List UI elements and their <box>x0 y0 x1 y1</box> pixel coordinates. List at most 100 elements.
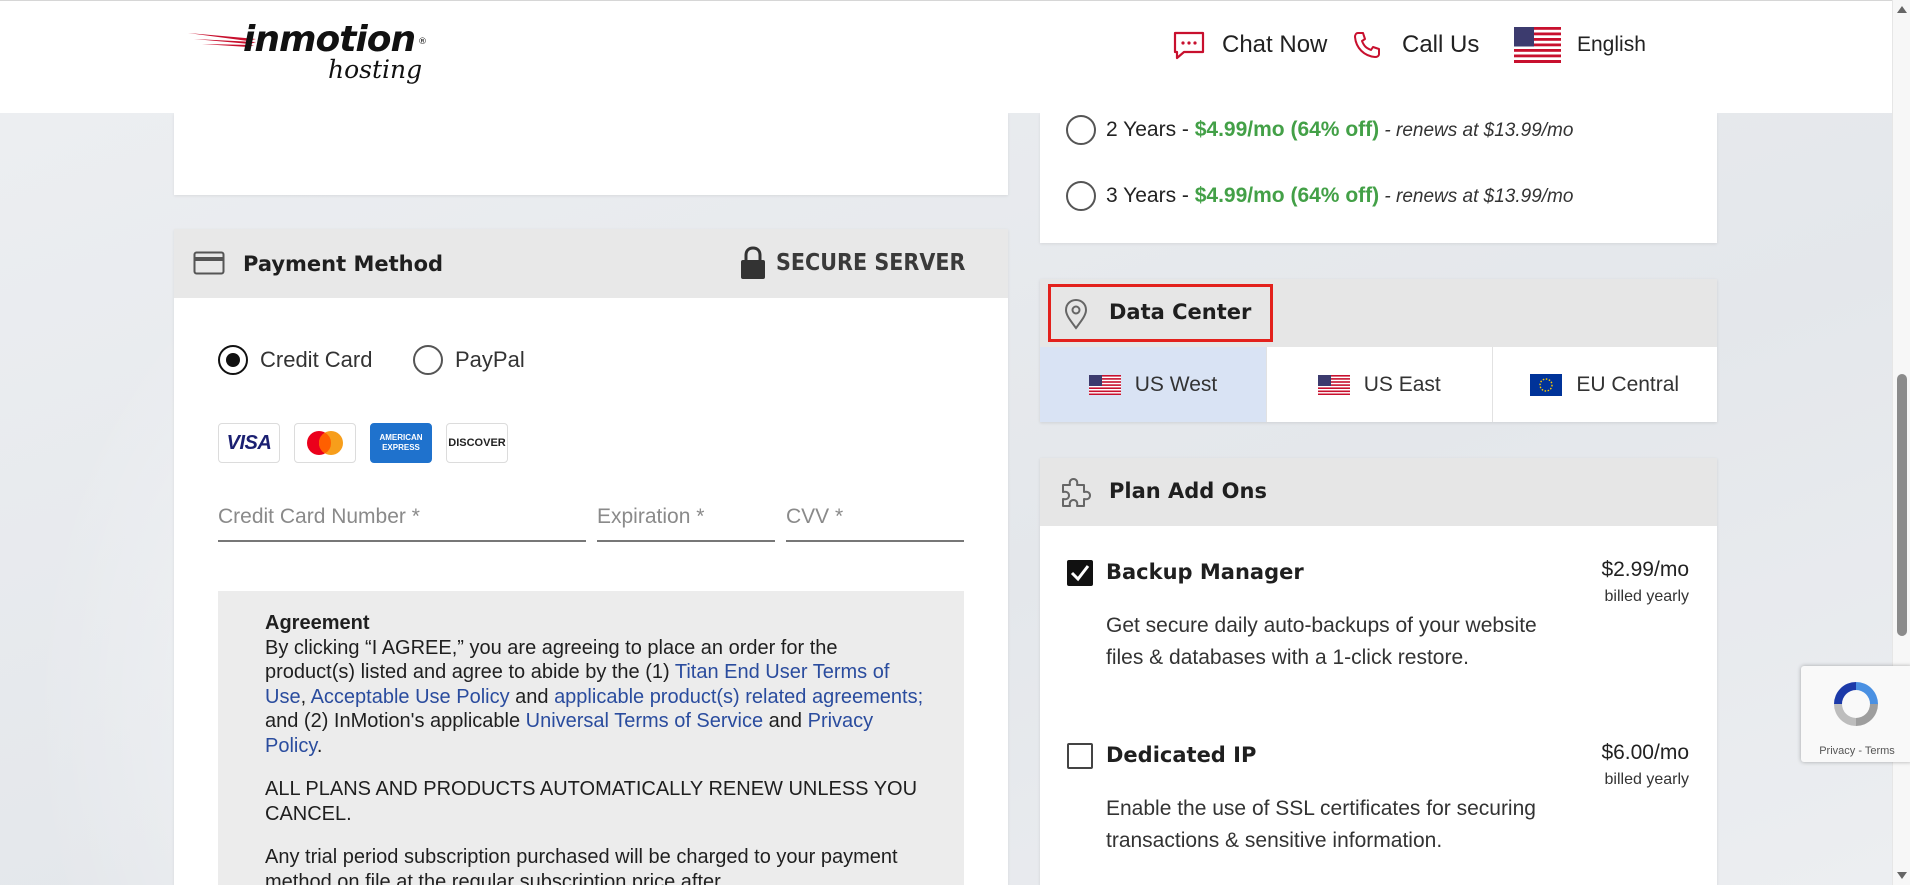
us-east-label: US East <box>1363 372 1441 396</box>
call-us-label: Call Us <box>1402 31 1480 58</box>
backup-manager-price: $2.99/mo <box>1601 558 1689 581</box>
recaptcha-logo-icon <box>1834 682 1878 726</box>
term-3-years-price: $4.99/mo (64% off) <box>1194 184 1380 207</box>
data-center-card: Data Center US West US East EU Central <box>1040 279 1717 422</box>
secure-server-label: SECURE SERVER <box>775 250 965 276</box>
data-center-us-east[interactable]: US East <box>1266 347 1492 422</box>
agreement-paragraph: By clicking “I AGREE,” you are agreeing … <box>265 636 925 759</box>
data-center-title: Data Center <box>1109 300 1252 324</box>
language-selector[interactable]: English <box>1514 25 1646 65</box>
payment-method-header: Payment Method SECURE SERVER <box>174 229 1008 298</box>
plan-add-ons-header: Plan Add Ons <box>1040 458 1717 526</box>
backup-manager-pricing: $2.99/mo billed yearly <box>1601 558 1689 606</box>
dedicated-ip-price: $6.00/mo <box>1601 741 1689 764</box>
term-2-years-text: 2 Years - $4.99/mo (64% off) - renews at… <box>1106 118 1573 142</box>
dedicated-ip-checkbox[interactable] <box>1067 743 1093 769</box>
amex-logo-text: AMERICAN EXPRESS <box>379 433 423 452</box>
dedicated-ip-description: Enable the use of SSL certificates for s… <box>1106 797 1536 852</box>
us-flag-icon <box>1088 374 1121 395</box>
trial-notice: Any trial period subscription purchased … <box>265 846 898 885</box>
agreement-text: Agreement By clicking “I AGREE,” you are… <box>265 611 925 885</box>
us-flag-icon <box>1317 374 1350 395</box>
term-option-2-years[interactable]: 2 Years - $4.99/mo (64% off) - renews at… <box>1066 115 1573 145</box>
agreement-box: Agreement By clicking “I AGREE,” you are… <box>218 591 964 885</box>
credit-card-number-field[interactable]: Credit Card Number * <box>218 505 586 542</box>
chat-now-label: Chat Now <box>1222 31 1328 58</box>
call-us-link[interactable]: Call Us <box>1352 25 1479 65</box>
language-label: English <box>1577 33 1646 56</box>
chat-now-link[interactable]: Chat Now <box>1172 25 1327 65</box>
plan-add-ons-title: Plan Add Ons <box>1109 479 1267 503</box>
agreement-middle-text: and (2) InMotion's applicable <box>265 710 526 732</box>
site-header: inmotion ® hosting Chat Now Call Us Engl… <box>0 0 1910 113</box>
dedicated-ip-pricing: $6.00/mo billed yearly <box>1601 741 1689 789</box>
paypal-option[interactable]: PayPal <box>413 345 525 375</box>
agreement-and-text: and <box>509 685 555 708</box>
eu-central-label: EU Central <box>1576 372 1680 396</box>
us-west-label: US West <box>1134 372 1218 396</box>
cvv-field[interactable]: CVV * <box>786 505 964 542</box>
agreement-title: Agreement <box>265 612 370 634</box>
expiration-field[interactable]: Expiration * <box>597 505 775 542</box>
amex-logo: AMERICAN EXPRESS <box>370 423 432 463</box>
recaptcha-links[interactable]: Privacy - Terms <box>1801 745 1910 757</box>
mastercard-logo <box>294 423 356 463</box>
term-3-years-text: 3 Years - $4.99/mo (64% off) - renews at… <box>1106 184 1573 208</box>
scroll-down-arrow-icon[interactable] <box>1897 872 1907 879</box>
term-3-years-radio[interactable] <box>1066 181 1096 211</box>
term-2-years-price: $4.99/mo (64% off) <box>1194 118 1380 141</box>
data-center-options: US West US East EU Central <box>1040 347 1717 422</box>
chat-bubble-icon <box>1173 31 1205 60</box>
backup-manager-checkbox[interactable] <box>1067 560 1093 586</box>
us-flag-icon <box>1514 27 1561 63</box>
related-agreements-link[interactable]: applicable product(s) related agreements… <box>554 686 923 708</box>
puzzle-piece-icon <box>1062 478 1091 507</box>
scroll-up-arrow-icon[interactable] <box>1897 6 1907 13</box>
payment-method-title: Payment Method <box>243 252 444 276</box>
lock-icon <box>740 246 765 279</box>
dedicated-ip-billing: billed yearly <box>1604 771 1689 788</box>
agreement-and-text-2: and <box>763 710 808 732</box>
visa-logo-text: VISA <box>226 431 272 454</box>
credit-card-number-placeholder: Credit Card Number * <box>218 505 420 528</box>
universal-terms-link[interactable]: Universal Terms of Service <box>526 710 763 732</box>
data-center-eu-central[interactable]: EU Central <box>1491 347 1718 422</box>
secure-server-badge: SECURE SERVER <box>740 246 986 280</box>
paypal-option-label: PayPal <box>455 347 525 372</box>
term-3-years-label: 3 Years - <box>1106 184 1195 207</box>
scroll-thumb[interactable] <box>1897 374 1907 636</box>
agreement-separator: , <box>300 685 311 708</box>
credit-card-option[interactable]: Credit Card <box>218 345 372 375</box>
acceptable-use-policy-link[interactable]: Acceptable Use Policy <box>311 686 510 708</box>
checkmark-icon <box>1070 565 1090 582</box>
phone-icon <box>1354 32 1380 58</box>
data-center-header: Data Center <box>1040 279 1717 347</box>
term-2-years-radio[interactable] <box>1066 115 1096 145</box>
credit-card-radio[interactable] <box>218 345 248 375</box>
credit-card-icon <box>193 251 225 275</box>
inmotion-logo[interactable]: inmotion ® hosting <box>188 19 438 89</box>
logo-registered-mark: ® <box>418 37 427 47</box>
visa-logo: VISA <box>218 423 280 463</box>
eu-flag-icon <box>1530 373 1563 396</box>
backup-manager-name: Backup Manager <box>1106 560 1304 584</box>
logo-subtitle: hosting <box>328 55 423 84</box>
recaptcha-badge[interactable]: Privacy - Terms <box>1801 666 1910 762</box>
mastercard-circles-icon <box>307 431 343 455</box>
data-center-us-west[interactable]: US West <box>1040 347 1266 422</box>
backup-manager-billing: billed yearly <box>1604 588 1689 605</box>
discover-logo: DISCOVER <box>446 423 508 463</box>
card-brand-logos: VISA AMERICAN EXPRESS DISCOVER <box>218 423 508 463</box>
term-3-years-renew: - renews at $13.99/mo <box>1379 186 1574 207</box>
location-pin-icon <box>1064 298 1088 330</box>
agreement-period: . <box>316 734 323 757</box>
paypal-radio[interactable] <box>413 345 443 375</box>
discover-logo-text: DISCOVER <box>448 437 506 449</box>
term-option-3-years[interactable]: 3 Years - $4.99/mo (64% off) - renews at… <box>1066 181 1573 211</box>
expiration-placeholder: Expiration * <box>597 505 705 528</box>
term-2-years-label: 2 Years - <box>1106 118 1195 141</box>
previous-section-card <box>174 113 1008 195</box>
credit-card-option-label: Credit Card <box>260 347 373 372</box>
term-2-years-renew: - renews at $13.99/mo <box>1379 120 1574 141</box>
dedicated-ip-name: Dedicated IP <box>1106 743 1257 767</box>
